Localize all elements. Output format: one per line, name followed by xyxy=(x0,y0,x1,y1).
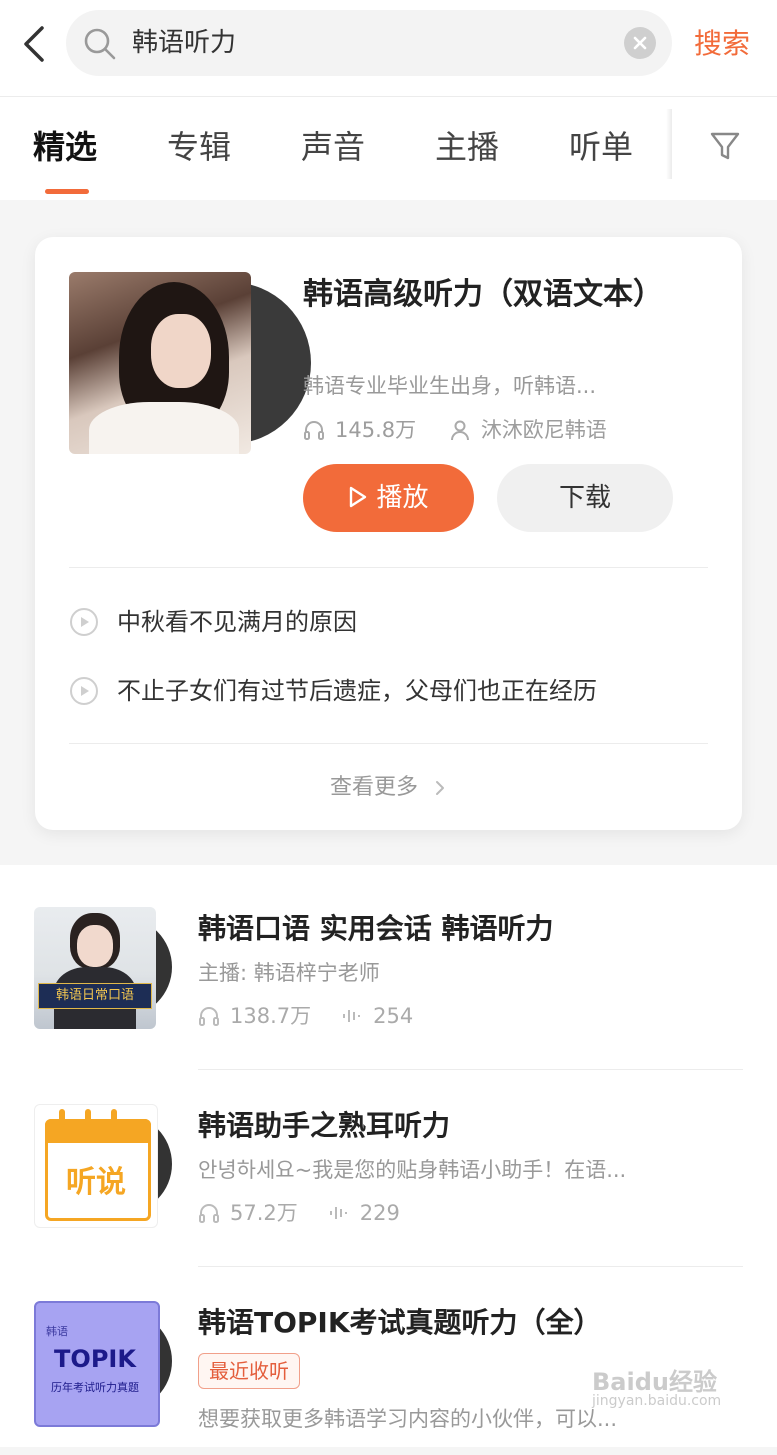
play-circle-icon xyxy=(70,677,98,705)
view-more-label: 查看更多 xyxy=(329,775,418,800)
album-title[interactable]: 韩语TOPIK考试真题听力（全） xyxy=(198,1303,602,1343)
track-count: 229 xyxy=(359,1201,400,1225)
cover-caption: 历年考试听力真题 xyxy=(51,1381,139,1394)
cover-big-text: TOPIK xyxy=(54,1345,136,1373)
search-input[interactable]: 韩语听力 xyxy=(132,26,236,60)
album-description: 韩语专业毕业生出身，听韩语... xyxy=(303,374,597,398)
filter-icon[interactable] xyxy=(706,127,744,165)
host-name: 主播: 韩语梓宁老师 xyxy=(198,961,380,985)
divider xyxy=(69,567,708,568)
list-item[interactable]: 韩语日常口语 韩语口语 实用会话 韩语听力 主播: 韩语梓宁老师 138.7万 xyxy=(0,865,777,1061)
headphones-icon xyxy=(304,421,324,440)
album-cover[interactable]: 韩语 TOPIK 历年考试听力真题 xyxy=(34,1301,174,1427)
soundwave-icon xyxy=(329,1207,347,1219)
tab-featured[interactable]: 精选 xyxy=(33,125,97,169)
album-meta: 57.2万 229 xyxy=(198,1198,430,1228)
tab-sounds[interactable]: 声音 xyxy=(301,125,365,169)
episode-title: 中秋看不见满月的原因 xyxy=(117,608,357,636)
search-icon xyxy=(84,28,116,60)
author-name[interactable]: 沐沐欧尼韩语 xyxy=(481,415,607,445)
play-label: 播放 xyxy=(376,483,429,513)
play-count: 138.7万 xyxy=(230,1004,312,1028)
divider xyxy=(69,743,708,744)
user-icon xyxy=(450,420,469,441)
album-cover[interactable]: 听说 xyxy=(34,1104,174,1228)
cover-image: 韩语 TOPIK 历年考试听力真题 xyxy=(34,1301,160,1427)
album-meta: 145.8万 沐沐欧尼韩语 xyxy=(303,415,633,449)
result-list: 韩语日常口语 韩语口语 实用会话 韩语听力 主播: 韩语梓宁老师 138.7万 xyxy=(0,865,777,1447)
headphones-icon xyxy=(199,1204,219,1223)
recently-listened-badge: 最近收听 xyxy=(198,1353,300,1389)
cover-caption: 韩语日常口语 xyxy=(38,983,152,1009)
search-button[interactable]: 搜索 xyxy=(694,24,750,64)
download-button[interactable]: 下载 xyxy=(497,464,673,532)
featured-album-card[interactable]: 韩语高级听力（双语文本） 韩语专业毕业生出身，听韩语... 145.8万 沐沐欧… xyxy=(35,237,742,830)
play-button[interactable]: 播放 xyxy=(303,464,474,532)
active-tab-indicator xyxy=(45,189,89,194)
album-cover[interactable]: 韩语日常口语 xyxy=(34,907,174,1029)
soundwave-icon xyxy=(343,1010,361,1022)
album-cover[interactable] xyxy=(69,272,311,454)
clear-icon[interactable] xyxy=(624,27,656,59)
play-count: 145.8万 xyxy=(335,418,417,442)
result-tabs: 精选 专辑 声音 主播 听单 xyxy=(0,97,777,200)
album-description: 안녕하세요~我是您的贴身韩语小助手！在语... xyxy=(198,1158,627,1182)
play-count: 57.2万 xyxy=(230,1201,298,1225)
cover-image xyxy=(69,272,251,454)
headphones-icon xyxy=(199,1007,219,1026)
tab-playlists[interactable]: 听单 xyxy=(569,125,633,169)
cover-caption: 听说 xyxy=(66,1165,126,1200)
play-circle-icon xyxy=(70,608,98,636)
track-count: 254 xyxy=(373,1004,414,1028)
episode-title: 不止子女们有过节后遗症，父母们也正在经历 xyxy=(117,677,597,705)
list-item[interactable]: 韩语 TOPIK 历年考试听力真题 韩语TOPIK考试真题听力（全） 最近收听 … xyxy=(0,1259,777,1455)
watermark-url: jingyan.baidu.com xyxy=(592,1393,722,1409)
album-title[interactable]: 韩语助手之熟耳听力 xyxy=(198,1106,450,1146)
tab-albums[interactable]: 专辑 xyxy=(167,125,231,169)
cover-image: 韩语日常口语 xyxy=(34,907,156,1029)
album-title[interactable]: 韩语高级听力（双语文本） xyxy=(303,275,683,315)
album-title[interactable]: 韩语口语 实用会话 韩语听力 xyxy=(198,909,554,949)
chevron-right-icon xyxy=(436,781,444,795)
episode-item[interactable]: 中秋看不见满月的原因 xyxy=(69,605,357,639)
back-icon[interactable] xyxy=(18,22,52,66)
episode-item[interactable]: 不止子女们有过节后遗症，父母们也正在经历 xyxy=(69,674,597,708)
top-bar: 韩语听力 搜索 xyxy=(0,0,777,97)
cover-small-text: 韩语 xyxy=(46,1325,68,1338)
list-item[interactable]: 听说 韩语助手之熟耳听力 안녕하세요~我是您的贴身韩语小助手！在语... 57.… xyxy=(0,1062,777,1258)
cover-image: 听说 xyxy=(34,1104,158,1228)
play-icon xyxy=(350,486,367,507)
watermark-text: Baidu经验 xyxy=(592,1368,717,1396)
tab-scroll-shadow xyxy=(666,109,672,179)
tab-hosts[interactable]: 主播 xyxy=(435,125,499,169)
view-more-link[interactable]: 查看更多 xyxy=(35,773,742,803)
album-meta: 138.7万 254 xyxy=(198,1001,443,1031)
watermark: Baidu经验 jingyan.baidu.com xyxy=(592,1362,721,1409)
search-box[interactable]: 韩语听力 xyxy=(66,10,672,76)
